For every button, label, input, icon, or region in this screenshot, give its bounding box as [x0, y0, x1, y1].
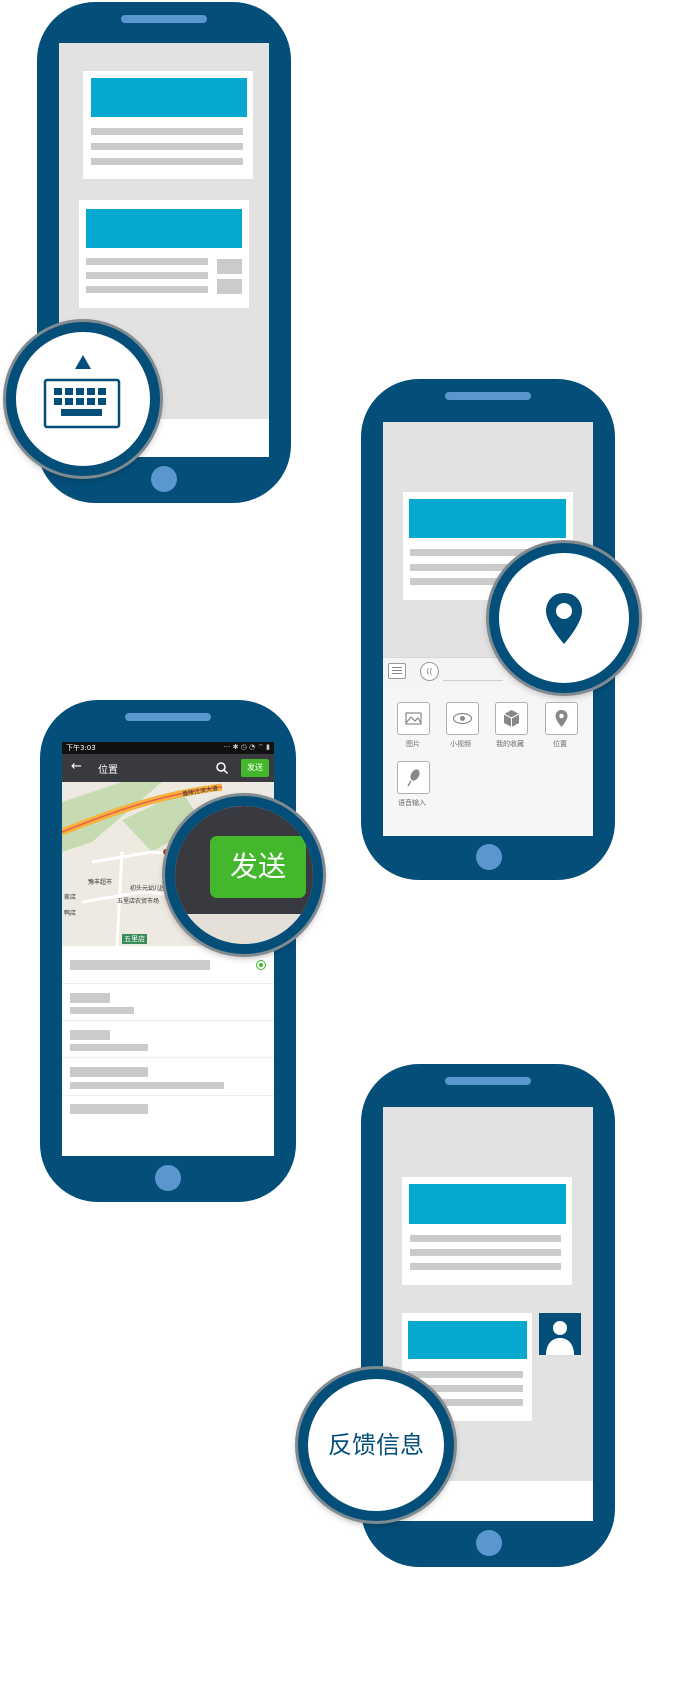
- send-button-label: 发送: [247, 763, 263, 772]
- keyboard-icon: [43, 355, 121, 429]
- phone-speaker: [121, 15, 207, 23]
- panel-item-label: 位置: [553, 740, 567, 748]
- send-zoom-circle: 发送: [165, 796, 323, 954]
- content-card: [83, 71, 253, 179]
- search-icon[interactable]: [215, 761, 229, 775]
- eye-icon: [446, 702, 479, 735]
- card-text-line: [408, 1371, 523, 1378]
- card-thumbnail: [217, 259, 242, 274]
- attachment-panel: 图片 小视频 我的收藏 位置 语音输入: [383, 686, 593, 836]
- map-label: 五里店农贸市场: [117, 898, 160, 905]
- panel-item-label: 小视频: [450, 740, 471, 748]
- feedback-zoom-circle: 反馈信息: [298, 1369, 454, 1521]
- list-item[interactable]: [62, 1021, 274, 1058]
- card-text-line: [91, 143, 243, 150]
- selected-radio-icon: [256, 960, 266, 970]
- panel-item-image[interactable]: 图片: [397, 702, 431, 750]
- card-text-line: [91, 158, 243, 165]
- panel-item-voice-input[interactable]: 语音输入: [397, 761, 437, 809]
- map-label: 初头元幼儿园: [130, 885, 167, 892]
- phone-speaker: [125, 713, 211, 721]
- location-zoom-circle: [489, 543, 639, 693]
- list-item[interactable]: [62, 1096, 274, 1126]
- card-thumbnail: [217, 279, 242, 294]
- home-button[interactable]: [151, 466, 177, 492]
- zoom-send-label: 发送: [229, 850, 286, 883]
- phone-speaker: [445, 392, 531, 400]
- panel-item-label: 我的收藏: [496, 740, 524, 748]
- card-text-line: [86, 258, 208, 265]
- card-header-bar: [409, 1184, 566, 1224]
- panel-item-label: 语音输入: [398, 799, 426, 807]
- zoom-send-button[interactable]: 发送: [210, 836, 306, 898]
- card-header-bar: [91, 78, 247, 117]
- list-item[interactable]: [62, 1058, 274, 1096]
- home-button[interactable]: [155, 1165, 181, 1191]
- card-text-line: [410, 1235, 561, 1242]
- user-icon: [546, 1321, 574, 1355]
- keyboard-zoom-circle: [6, 322, 160, 476]
- status-time: 下午3:03: [66, 744, 96, 752]
- feedback-label: 反馈信息: [328, 1431, 424, 1459]
- card-text-line: [86, 272, 208, 279]
- voice-icon[interactable]: ((: [420, 662, 439, 681]
- card-text-line: [86, 286, 208, 293]
- card-header-bar: [409, 499, 566, 538]
- mic-icon: [397, 761, 430, 794]
- title-bar: ← 位置 发送: [62, 754, 274, 782]
- location-icon: [545, 702, 578, 735]
- card-text-line: [410, 1263, 561, 1270]
- location-list: [62, 946, 274, 1156]
- card-header-bar: [86, 209, 242, 248]
- map-label: 豫丰超市: [88, 879, 113, 886]
- card-header-bar: [408, 1321, 527, 1359]
- back-arrow-icon[interactable]: ←: [71, 759, 82, 774]
- content-card: [79, 200, 249, 308]
- cube-icon: [495, 702, 528, 735]
- card-text-line: [91, 128, 243, 135]
- phone-speaker: [445, 1077, 531, 1085]
- panel-item-location[interactable]: 位置: [545, 702, 579, 750]
- list-toggle-icon[interactable]: [388, 663, 406, 679]
- content-card: [402, 1177, 572, 1285]
- station-label: 五里店: [122, 934, 147, 944]
- card-text-line: [410, 1249, 561, 1256]
- status-icons: ··· ✱ ◷ ◔ ⌔ ▮: [223, 743, 270, 751]
- home-button[interactable]: [476, 844, 502, 870]
- map-label: 家店: [64, 894, 77, 901]
- panel-item-video[interactable]: 小视频: [446, 702, 480, 750]
- page-title: 位置: [98, 765, 118, 776]
- list-item[interactable]: [62, 984, 274, 1021]
- map-label: 鸭店: [64, 910, 77, 917]
- send-button[interactable]: 发送: [241, 759, 269, 777]
- image-icon: [397, 702, 430, 735]
- home-button[interactable]: [476, 1530, 502, 1556]
- map-pin-icon: [546, 593, 582, 644]
- panel-item-favorites[interactable]: 我的收藏: [495, 702, 529, 750]
- status-bar: 下午3:03 ··· ✱ ◷ ◔ ⌔ ▮: [62, 742, 274, 754]
- message-input[interactable]: [443, 680, 503, 681]
- panel-item-label: 图片: [406, 740, 420, 748]
- avatar: [539, 1313, 581, 1355]
